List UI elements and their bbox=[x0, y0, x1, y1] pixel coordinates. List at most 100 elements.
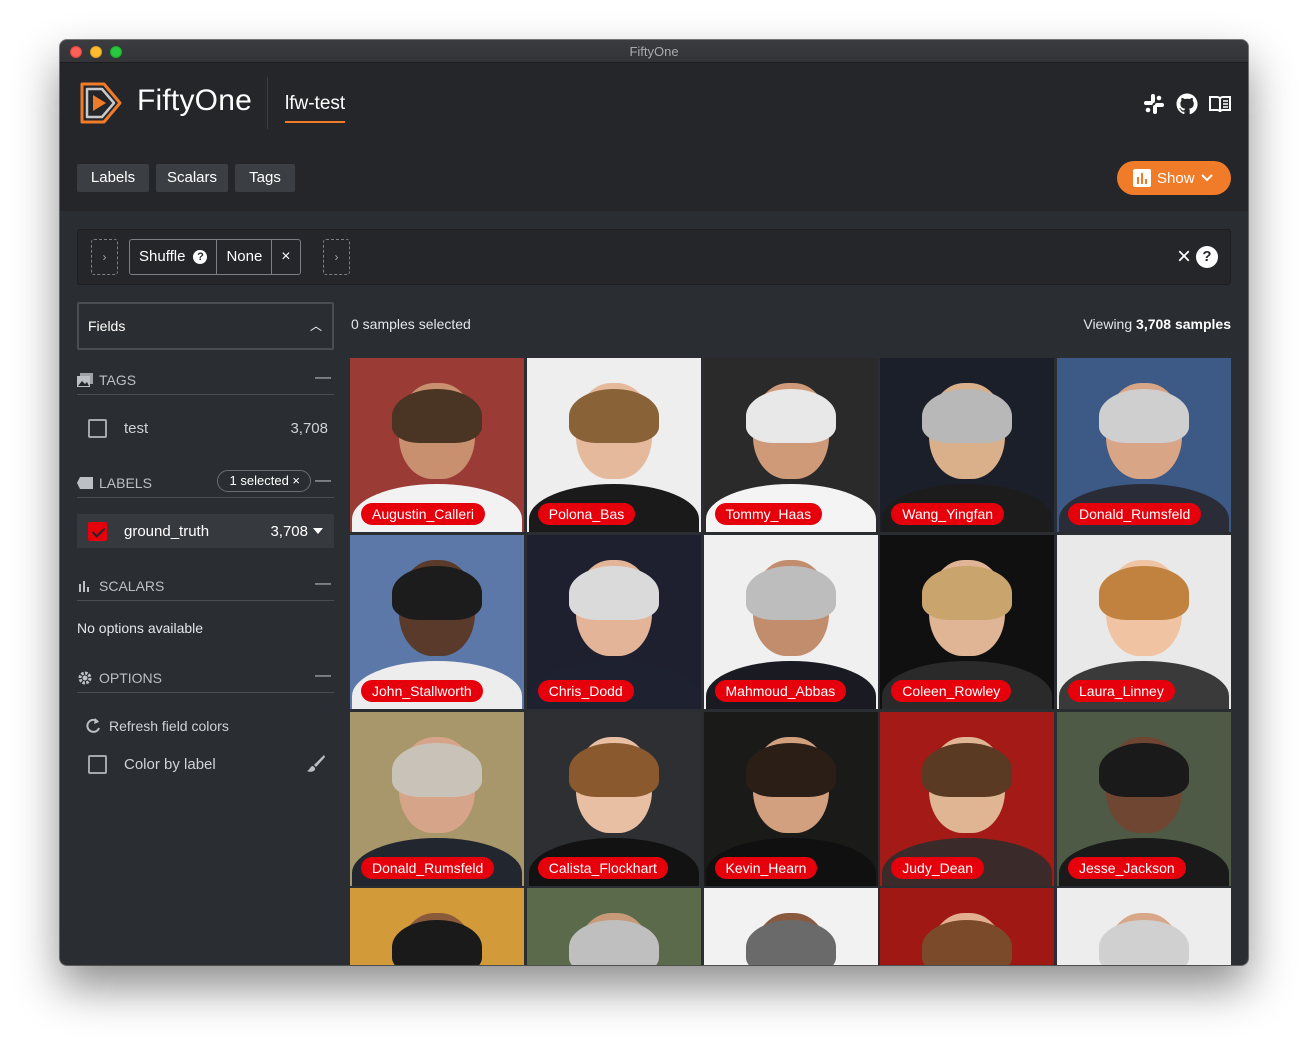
bar-chart-small-icon bbox=[79, 580, 89, 592]
show-button[interactable]: Show bbox=[1117, 161, 1231, 195]
sample-tile[interactable]: Kevin_Hearn bbox=[703, 711, 878, 886]
stage-name-label: Shuffle bbox=[139, 248, 186, 265]
sample-label: Donald_Rumsfeld bbox=[361, 856, 495, 879]
sample-tile[interactable]: Donald_Rumsfeld bbox=[350, 711, 524, 886]
label-count: 3,708 bbox=[270, 522, 308, 540]
refresh-colors-label: Refresh field colors bbox=[109, 718, 229, 734]
image-stack-icon bbox=[77, 372, 93, 387]
add-stage-after[interactable]: › bbox=[323, 239, 350, 275]
dataset-name[interactable]: lfw-test bbox=[285, 93, 346, 123]
sample-label: Calista_Flockhart bbox=[537, 856, 668, 879]
clear-view-icon[interactable]: × bbox=[1177, 245, 1191, 269]
sample-tile[interactable]: Augustin_Calleri bbox=[350, 358, 524, 532]
tag-row-test[interactable]: test 3,708 bbox=[77, 411, 334, 445]
tags-section-header[interactable]: TAGS — bbox=[77, 365, 334, 395]
gear-icon bbox=[78, 671, 92, 684]
sample-tile[interactable]: Laura_Linney bbox=[1057, 534, 1231, 709]
label-checkbox[interactable] bbox=[88, 521, 107, 541]
sample-tile[interactable]: Chris_Dodd bbox=[526, 534, 701, 709]
sample-label: Chris_Dodd bbox=[537, 679, 634, 702]
stage-name: Shuffle ? bbox=[130, 240, 218, 274]
sample-image-hair bbox=[392, 742, 482, 797]
sample-label: Laura_Linney bbox=[1068, 679, 1175, 702]
scalars-heading: SCALARS bbox=[99, 577, 165, 594]
add-stage-before[interactable]: › bbox=[91, 239, 118, 275]
selected-pill[interactable]: 1 selected × bbox=[216, 470, 311, 492]
sample-tile[interactable] bbox=[350, 888, 524, 965]
scalars-empty-text: No options available bbox=[77, 620, 204, 636]
sample-image-hair bbox=[745, 566, 836, 621]
sample-image-hair bbox=[568, 389, 659, 444]
collapse-icon[interactable]: — bbox=[315, 369, 331, 387]
stage-help-icon[interactable]: ? bbox=[193, 250, 208, 264]
sample-tile[interactable]: Calista_Flockhart bbox=[526, 711, 701, 886]
collapse-icon[interactable]: — bbox=[315, 667, 331, 685]
sample-tile[interactable]: Judy_Dean bbox=[880, 711, 1055, 886]
sample-tile[interactable]: John_Stallworth bbox=[350, 534, 524, 709]
paintbrush-icon[interactable] bbox=[306, 754, 326, 774]
sample-tile[interactable]: Donald_Rumsfeld bbox=[1057, 358, 1231, 532]
color-by-label-checkbox[interactable] bbox=[88, 754, 107, 774]
sample-tile[interactable] bbox=[526, 888, 701, 965]
viewing-prefix: Viewing bbox=[1083, 316, 1137, 332]
label-row-ground-truth[interactable]: ground_truth 3,708 bbox=[77, 514, 334, 548]
docs-book-icon[interactable] bbox=[1208, 92, 1232, 116]
fields-label: Fields bbox=[88, 318, 126, 334]
sample-tile[interactable]: Wang_Yingfan bbox=[880, 358, 1055, 532]
sample-image-hair bbox=[745, 389, 836, 444]
refresh-icon bbox=[86, 718, 100, 733]
sample-label: Wang_Yingfan bbox=[891, 503, 1005, 525]
sample-tile[interactable]: Polona_Bas bbox=[526, 358, 701, 532]
scalars-section-header[interactable]: SCALARS — bbox=[77, 571, 334, 601]
stage-param[interactable]: None bbox=[217, 240, 273, 274]
sample-grid: Augustin_Calleri Polona_Bas Tommy_Haas Wang… bbox=[350, 358, 1231, 965]
collapse-icon[interactable]: — bbox=[315, 575, 331, 593]
sample-label: Judy_Dean bbox=[891, 856, 985, 879]
sample-label: Tommy_Haas bbox=[714, 503, 823, 525]
title-bar: FiftyOne bbox=[60, 40, 1248, 63]
viewing-count: 3,708 samples bbox=[1136, 316, 1231, 332]
view-help-icon[interactable]: ? bbox=[1196, 246, 1218, 268]
color-by-label-row[interactable]: Color by label bbox=[77, 747, 334, 781]
sample-image-hair bbox=[568, 566, 659, 621]
collapse-icon[interactable]: — bbox=[315, 472, 331, 490]
github-icon[interactable] bbox=[1175, 92, 1199, 116]
label-field-name: ground_truth bbox=[124, 522, 210, 540]
stage-remove-icon[interactable]: × bbox=[272, 240, 299, 274]
view-bar: › Shuffle ? None × › × ? bbox=[77, 229, 1231, 285]
sample-label: John_Stallworth bbox=[361, 679, 483, 702]
labels-section-header[interactable]: LABELS 1 selected × — bbox=[77, 468, 334, 498]
view-stage-shuffle[interactable]: Shuffle ? None × bbox=[129, 239, 301, 275]
sample-image-hair bbox=[568, 742, 659, 797]
window-title: FiftyOne bbox=[629, 44, 679, 59]
sample-tile[interactable]: Jesse_Jackson bbox=[1057, 711, 1231, 886]
tab-tags[interactable]: Tags bbox=[235, 164, 295, 192]
app-header: FiftyOne lfw-test bbox=[60, 63, 1248, 143]
sample-label: Kevin_Hearn bbox=[714, 856, 818, 879]
sample-tile[interactable] bbox=[703, 888, 878, 965]
sample-image-hair bbox=[1099, 389, 1189, 444]
sample-tile[interactable]: Mahmoud_Abbas bbox=[703, 534, 878, 709]
tag-checkbox[interactable] bbox=[88, 418, 107, 438]
tag-count: 3,708 bbox=[290, 419, 328, 437]
slack-icon[interactable] bbox=[1142, 92, 1166, 116]
tags-heading: TAGS bbox=[99, 371, 137, 388]
refresh-colors-row[interactable]: Refresh field colors bbox=[77, 709, 334, 743]
sample-image-hair bbox=[922, 566, 1013, 621]
tab-scalars[interactable]: Scalars bbox=[156, 164, 228, 192]
options-section-header[interactable]: OPTIONS — bbox=[77, 663, 334, 693]
fiftyone-logo-icon bbox=[80, 82, 122, 124]
options-heading: OPTIONS bbox=[99, 669, 163, 686]
viewing-status: Viewing 3,708 samples bbox=[1083, 316, 1231, 332]
show-button-label: Show bbox=[1157, 169, 1195, 187]
chevron-up-icon: ︿ bbox=[309, 319, 322, 333]
caret-down-icon[interactable] bbox=[312, 527, 324, 535]
sample-tile[interactable] bbox=[1057, 888, 1231, 965]
labels-heading: LABELS bbox=[99, 474, 152, 491]
sample-image-hair bbox=[922, 389, 1013, 444]
tab-labels[interactable]: Labels bbox=[77, 164, 149, 192]
sample-tile[interactable]: Tommy_Haas bbox=[703, 358, 878, 532]
sample-tile[interactable] bbox=[880, 888, 1055, 965]
sample-tile[interactable]: Coleen_Rowley bbox=[880, 534, 1055, 709]
fields-dropdown[interactable]: Fields ︿ bbox=[77, 302, 334, 350]
